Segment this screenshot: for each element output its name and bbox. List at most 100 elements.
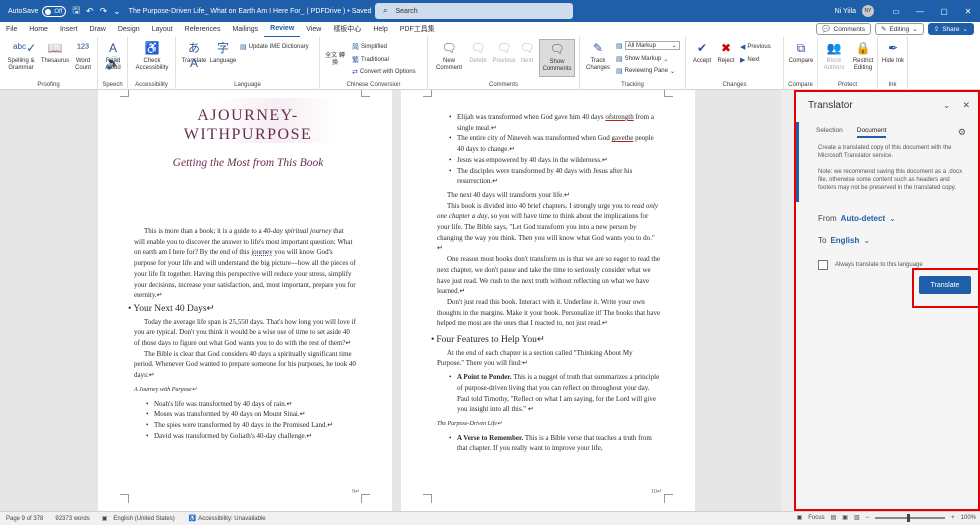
always-translate-label: Always translate to this language: [835, 262, 923, 268]
delete-comment-button[interactable]: 🗨 Delete: [466, 41, 490, 65]
chevron-down-icon: ⌄: [912, 26, 918, 33]
zoom-slider[interactable]: [875, 513, 946, 522]
focus-button[interactable]: Focus: [808, 515, 824, 521]
zoom-in-icon[interactable]: +: [951, 515, 955, 521]
comment-icon: 💬: [822, 26, 831, 33]
print-layout-icon[interactable]: ▣: [842, 514, 848, 521]
new-comment-label: New Comment: [435, 58, 462, 71]
word-count[interactable]: 92373 words: [55, 516, 89, 522]
menu-review[interactable]: Review: [264, 21, 301, 38]
block-authors-button[interactable]: 👥 Block Authors: [820, 41, 848, 72]
tab-selection[interactable]: Selection: [816, 127, 843, 138]
next-change-button[interactable]: ▶ Next: [740, 56, 760, 64]
accept-label: Accept: [692, 58, 712, 64]
show-markup-button[interactable]: ▤ Show Markup ⌄: [616, 55, 668, 63]
zoom-knob[interactable]: [907, 513, 911, 522]
undo-icon[interactable]: ↶: [86, 6, 94, 17]
left-page-body: This is more than a book; it is a guide …: [133, 226, 356, 442]
intro-underlined: journey: [251, 248, 273, 257]
word-count-icon: ¹²³: [77, 41, 89, 55]
markup-select[interactable]: ▤ All Markup ⌄: [616, 41, 680, 50]
translate-button[interactable]: あA Translate: [179, 41, 209, 70]
new-comment-button[interactable]: 🗨 New Comment: [434, 41, 464, 72]
menu-design[interactable]: Design: [112, 22, 146, 37]
word-count-button[interactable]: ¹²³ Word Count: [72, 41, 94, 72]
menu-layout[interactable]: Layout: [146, 22, 179, 37]
list-item: Noah's life was transformed by 40 days o…: [146, 399, 356, 410]
reject-button[interactable]: ✖ Reject: [714, 41, 738, 65]
spelling-grammar-button[interactable]: ᵃᵇᶜ✓ Spelling & Grammar: [6, 41, 36, 72]
menu-references[interactable]: References: [179, 22, 227, 37]
menu-template-center[interactable]: 樣板中心: [327, 22, 367, 37]
customize-toolbar-icon[interactable]: ⌄: [113, 6, 121, 17]
status-bar: Page 9 of 378 92373 words ▣ English (Uni…: [0, 511, 980, 525]
menu-draw[interactable]: Draw: [83, 22, 111, 37]
track-changes-button[interactable]: ✎ Track Changes: [584, 41, 612, 72]
thesaurus-button[interactable]: 📖 Thesaurus: [40, 41, 70, 65]
chevron-down-icon[interactable]: ⌄: [943, 100, 951, 111]
document-page-left[interactable]: AJOURNEY- WITHPURPOSE Getting the Most f…: [98, 90, 392, 511]
menu-home[interactable]: Home: [23, 22, 54, 37]
vertical-scrollbar[interactable]: [781, 90, 794, 511]
language-status[interactable]: English (United States): [113, 516, 174, 522]
compare-group-label: Compare: [788, 82, 813, 88]
reviewing-pane-button[interactable]: ▤ Reviewing Pane ⌄: [616, 67, 675, 75]
menu-help[interactable]: Help: [367, 22, 393, 37]
document-page-right[interactable]: Elijah was transformed when God gave him…: [401, 90, 695, 511]
simplified-button[interactable]: 简 Simplified: [352, 42, 387, 52]
accessibility-status[interactable]: Accessibility: Unavailable: [198, 516, 265, 522]
next-comment-button[interactable]: 🗨 Next: [517, 41, 537, 65]
traditional-button[interactable]: 繁 Traditional: [352, 55, 389, 65]
list-item: David was transformed by Goliath's 40-da…: [146, 431, 356, 442]
gear-icon[interactable]: ⚙: [958, 127, 966, 138]
zoom-out-icon[interactable]: −: [866, 515, 870, 521]
read-aloud-button[interactable]: A🔊 Read Aloud: [101, 41, 125, 72]
tab-document[interactable]: Document: [856, 127, 887, 138]
convert-options-button[interactable]: ⇄ Convert with Options: [352, 68, 416, 76]
restrict-editing-button[interactable]: 🔒 Restrict Editing: [849, 41, 877, 72]
check-accessibility-button[interactable]: ♿ Check Accessibility: [130, 41, 174, 72]
translate-button[interactable]: Translate: [919, 276, 971, 294]
editing-button[interactable]: ✎ Editing ⌄: [874, 23, 924, 35]
menu-mailings[interactable]: Mailings: [226, 22, 264, 37]
avatar[interactable]: NY: [862, 5, 874, 17]
minimize-icon[interactable]: —: [908, 7, 932, 16]
language-button[interactable]: 字 Language: [208, 41, 238, 65]
menu-insert[interactable]: Insert: [54, 22, 84, 37]
to-language-select[interactable]: To English ⌄: [818, 236, 870, 245]
share-button[interactable]: ⇪ Share ⌄: [927, 23, 974, 35]
hide-ink-button[interactable]: ✒ Hide Ink: [881, 41, 905, 65]
proofing-icon[interactable]: ▣: [102, 515, 108, 522]
language-icon: 字: [216, 41, 229, 55]
save-icon[interactable]: 🖫: [72, 3, 80, 19]
web-layout-icon[interactable]: ▥: [854, 514, 860, 521]
comments-button[interactable]: 💬 Comments: [816, 23, 871, 35]
always-translate-checkbox[interactable]: Always translate to this language: [818, 260, 923, 270]
page-indicator[interactable]: Page 9 of 378: [6, 516, 43, 522]
compare-button[interactable]: ⧉ Compare: [787, 41, 815, 65]
previous-change-label: Previous: [747, 44, 771, 50]
read-mode-icon[interactable]: ▤: [831, 514, 837, 521]
maximize-icon[interactable]: ▢: [932, 7, 956, 16]
speech-group-label: Speech: [102, 82, 123, 88]
menu-pdf-tools[interactable]: PDF工具集: [394, 22, 441, 37]
redo-icon[interactable]: ↷: [100, 6, 108, 17]
chinese-conversion-group: 全文 轉換 简 Simplified 繁 Traditional ⇄ Convert …: [320, 37, 428, 90]
previous-comment-button[interactable]: 🗨 Previous: [491, 41, 517, 65]
close-icon[interactable]: ✕: [962, 100, 970, 111]
autosave-toggle[interactable]: Off: [42, 5, 67, 17]
close-icon[interactable]: ✕: [956, 7, 980, 16]
search-box[interactable]: ⌕ Search: [375, 3, 573, 19]
previous-change-button[interactable]: ◀ Previous: [740, 43, 771, 51]
show-comments-button[interactable]: 🗨 Show Comments: [539, 39, 575, 77]
accept-button[interactable]: ✔ Accept: [690, 41, 714, 65]
document-area[interactable]: AJOURNEY- WITHPURPOSE Getting the Most f…: [0, 90, 794, 511]
update-ime-button[interactable]: ▤ Update IME Dictionary: [240, 43, 309, 51]
zoom-level[interactable]: 100%: [961, 515, 976, 521]
from-language-select[interactable]: From Auto-detect ⌄: [818, 214, 896, 223]
ribbon-display-icon[interactable]: ▭: [884, 7, 908, 16]
show-markup-label: Show Markup: [624, 56, 662, 62]
full-conversion-button[interactable]: 全文 轉換: [324, 53, 346, 67]
menu-file[interactable]: File: [0, 22, 23, 37]
menu-view[interactable]: View: [300, 22, 327, 37]
